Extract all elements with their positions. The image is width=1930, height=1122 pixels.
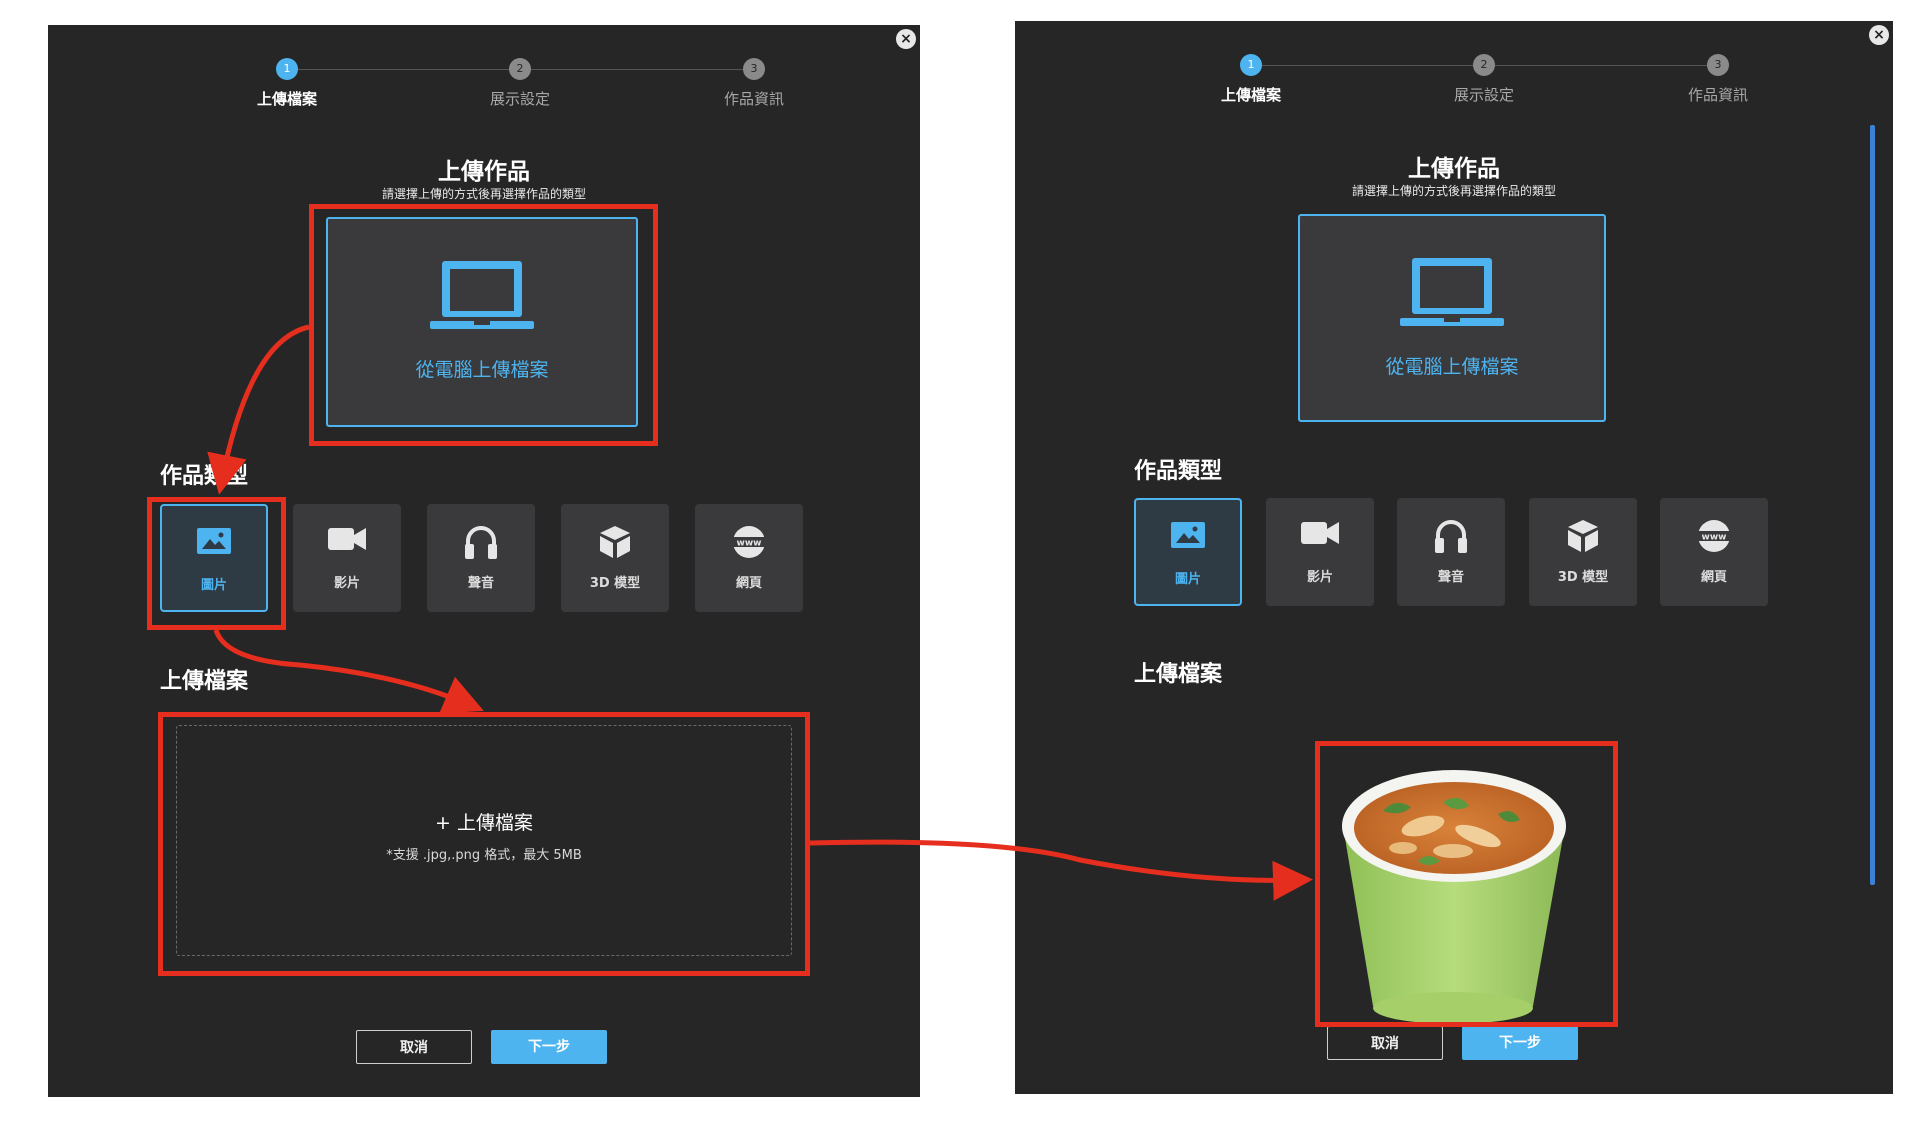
arrow-to-preview [809,839,1313,901]
arrow-to-dropzone [213,629,484,714]
arrow-to-type [207,324,310,495]
annotation-arrows [207,324,1313,901]
